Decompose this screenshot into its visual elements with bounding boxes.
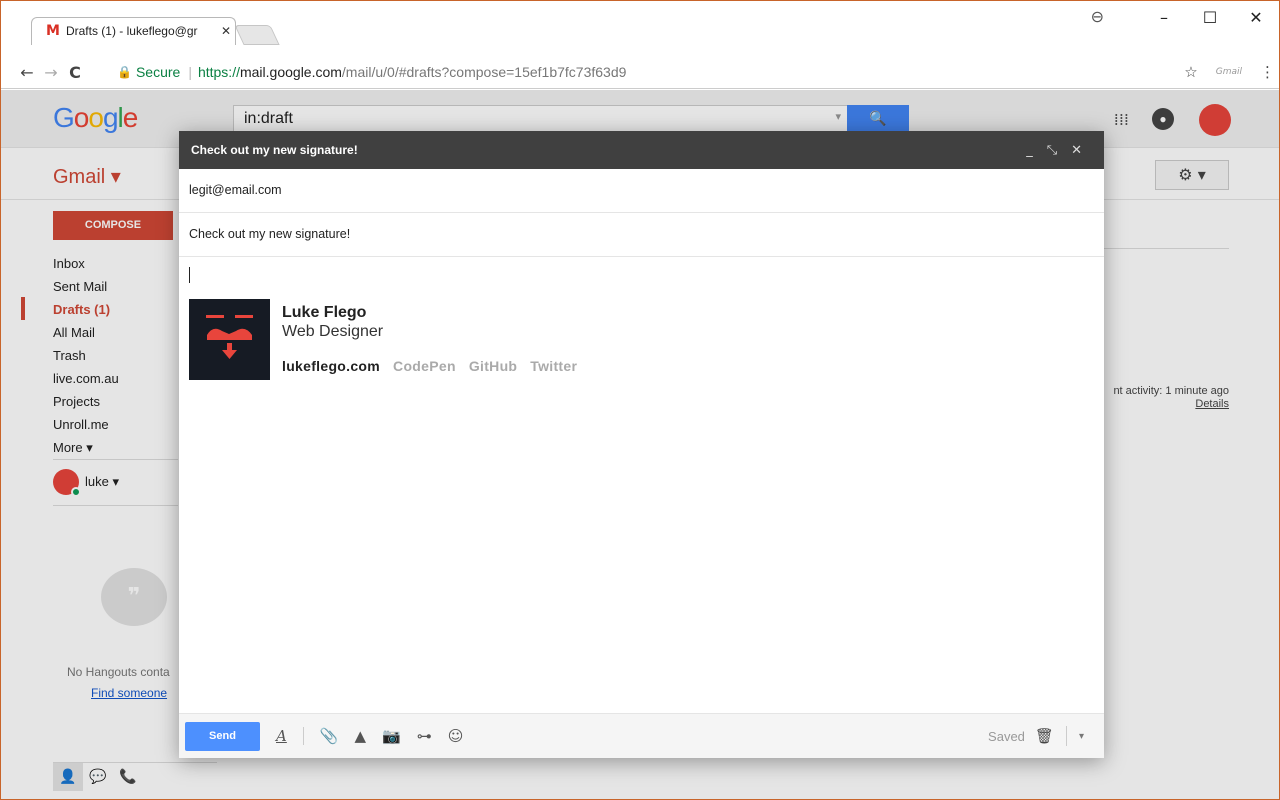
signature-name: Luke Flego xyxy=(282,304,367,321)
close-compose-icon[interactable]: ✕ xyxy=(1071,143,1082,158)
browser-window: M Drafts (1) - lukeflego@gr ✕ ⊖ – ☐ ✕ ← … xyxy=(0,0,1280,800)
signature-link-codepen[interactable]: CodePen xyxy=(393,358,456,374)
insert-link-icon[interactable]: ⊶ xyxy=(417,727,432,745)
gmail-extension-icon[interactable]: Gmail xyxy=(1216,67,1242,77)
signature-logo xyxy=(189,299,270,380)
insert-photo-icon[interactable]: 📷 xyxy=(382,727,401,745)
maximize-button[interactable]: ☐ xyxy=(1187,8,1233,27)
tab-title: Drafts (1) - lukeflego@gr xyxy=(65,24,198,38)
signature-role: Web Designer xyxy=(282,323,384,340)
popout-compose-icon[interactable]: ⤡ xyxy=(1047,143,1057,158)
text-cursor xyxy=(189,267,190,283)
signature-links: lukeflego.com CodePen GitHub Twitter xyxy=(282,358,577,374)
signature-link-twitter[interactable]: Twitter xyxy=(530,358,577,374)
back-button[interactable]: ← xyxy=(15,63,39,82)
more-options-icon[interactable]: ▾ xyxy=(1079,731,1084,742)
signature-link-website[interactable]: lukeflego.com xyxy=(282,358,380,374)
formatting-icon[interactable]: A xyxy=(276,727,287,745)
compose-title: Check out my new signature! xyxy=(191,143,358,157)
divider xyxy=(1065,726,1067,746)
url-scheme: https:// xyxy=(197,64,240,80)
browser-menu-icon[interactable]: ⋮ xyxy=(1260,63,1275,81)
url-host: mail.google.com xyxy=(239,64,342,80)
browser-toolbar: ← → C 🔒 Secure | https:// mail.google.co… xyxy=(1,57,1279,89)
email-signature: Luke Flego Web Designer lukeflego.com Co… xyxy=(189,299,1094,380)
gmail-favicon-icon: M xyxy=(46,23,60,39)
drive-icon[interactable]: ▲ xyxy=(355,727,367,745)
tab-bar: M Drafts (1) - lukeflego@gr ✕ ⊖ – ☐ ✕ xyxy=(1,1,1279,57)
minimize-button[interactable]: – xyxy=(1141,8,1187,27)
signature-details: Luke Flego Web Designer lukeflego.com Co… xyxy=(282,299,577,374)
close-window-button[interactable]: ✕ xyxy=(1233,8,1279,27)
signature-link-github[interactable]: GitHub xyxy=(469,358,517,374)
url-path: /mail/u/0/#drafts?compose=15ef1b7fc73f63… xyxy=(341,64,627,80)
lock-icon: 🔒 xyxy=(117,65,132,79)
reload-button[interactable]: C xyxy=(63,63,87,82)
emoji-icon[interactable]: ☺ xyxy=(448,727,464,745)
message-body[interactable]: Luke Flego Web Designer lukeflego.com Co… xyxy=(179,257,1104,713)
send-button[interactable]: Send xyxy=(185,721,260,751)
compose-dialog: Check out my new signature! _ ⤡ ✕ legit@… xyxy=(179,131,1104,758)
divider xyxy=(302,727,304,745)
subject-field[interactable]: Check out my new signature! xyxy=(179,213,1104,257)
address-bar[interactable]: 🔒 Secure | https:// mail.google.com /mai… xyxy=(117,59,1275,85)
secure-label: Secure xyxy=(135,64,181,80)
attach-icon[interactable]: 📎 xyxy=(320,727,339,745)
forward-button[interactable]: → xyxy=(39,63,63,82)
saved-status: Saved xyxy=(988,728,1025,744)
compose-footer: Send A 📎 ▲ 📷 ⊶ ☺ Saved 🗑 ▾ xyxy=(179,713,1104,758)
browser-tab[interactable]: M Drafts (1) - lukeflego@gr ✕ xyxy=(31,17,236,45)
to-field[interactable]: legit@email.com xyxy=(179,169,1104,213)
bookmark-star-icon[interactable]: ☆ xyxy=(1184,63,1197,81)
discard-draft-icon[interactable]: 🗑 xyxy=(1035,727,1054,745)
minimize-compose-icon[interactable]: _ xyxy=(1026,143,1033,158)
omnibox-separator: | xyxy=(188,64,192,80)
tab-close-icon[interactable]: ✕ xyxy=(221,24,231,38)
compose-header[interactable]: Check out my new signature! _ ⤡ ✕ xyxy=(179,131,1104,169)
new-tab-button[interactable] xyxy=(234,25,280,45)
account-icon[interactable]: ⊖ xyxy=(1091,7,1104,26)
